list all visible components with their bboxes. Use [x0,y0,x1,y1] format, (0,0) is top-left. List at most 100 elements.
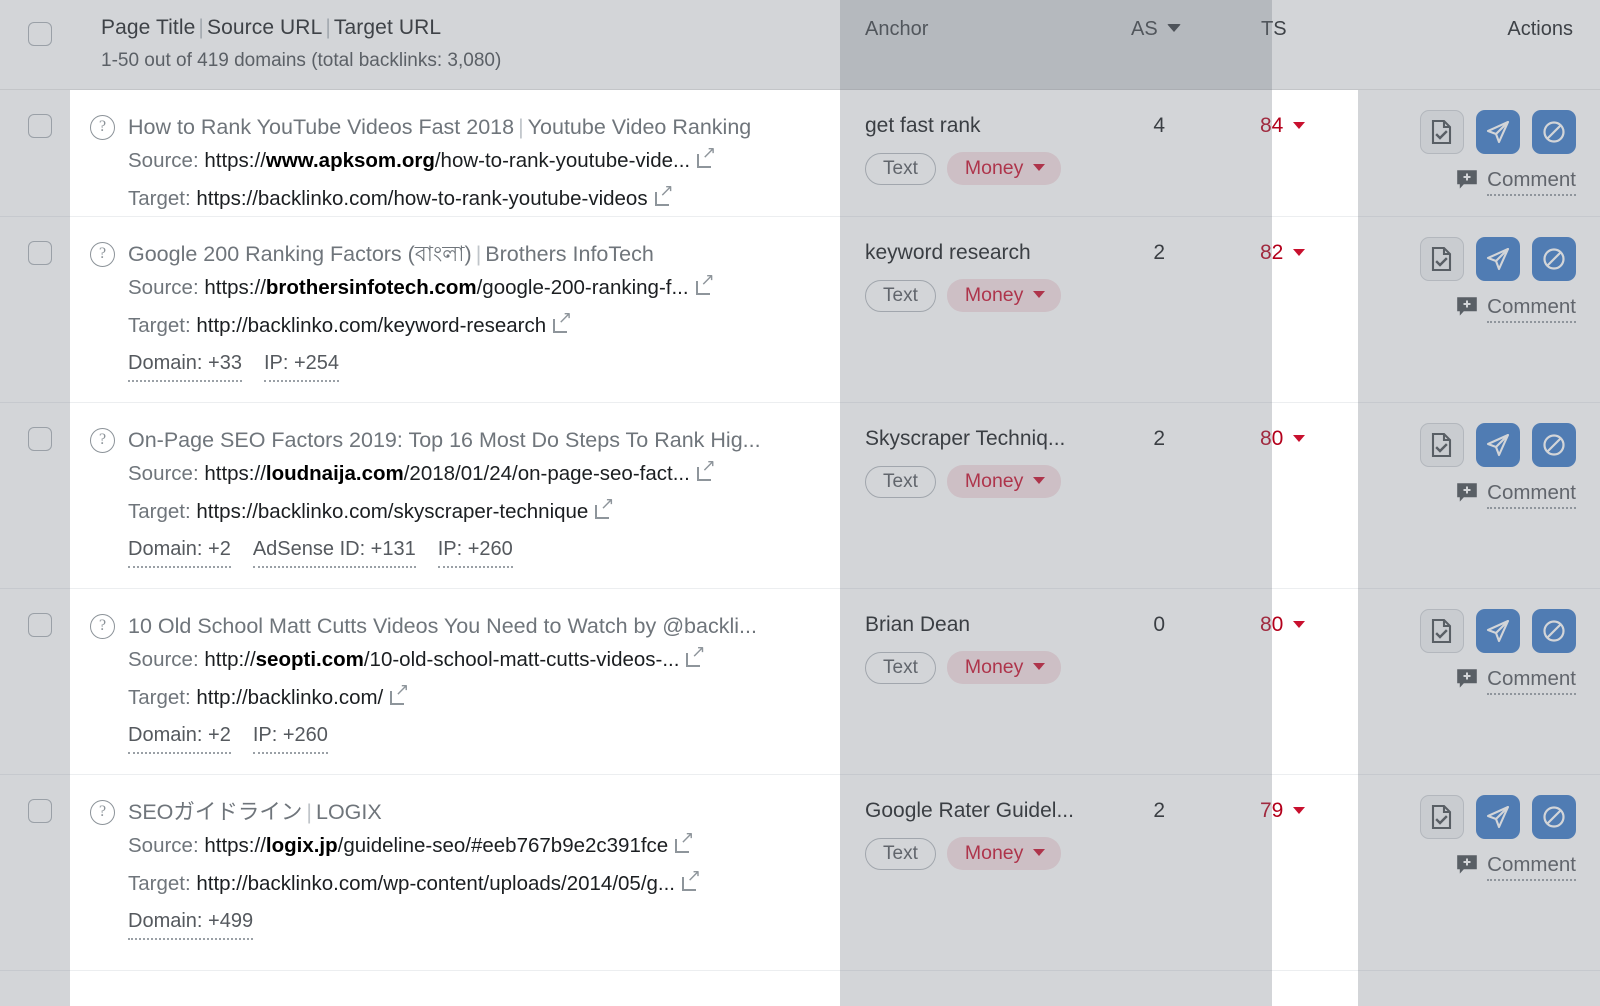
tag-money[interactable]: Money [947,651,1062,684]
source-url-line: Source: http://seopti.com/10-old-school-… [128,641,836,679]
ts-cell[interactable]: 82 [1260,239,1340,267]
add-comment-button[interactable]: Comment [1456,295,1576,319]
chip-ip[interactable]: IP: +254 [264,349,339,382]
column-header-page-title-part-1: Page Title [101,16,195,39]
row-checkbox[interactable] [28,427,52,451]
disavow-button[interactable] [1532,609,1576,653]
chip-domain[interactable]: Domain: +2 [128,721,231,754]
chip-ip[interactable]: IP: +260 [438,535,513,568]
chip-domain[interactable]: Domain: +499 [128,907,253,940]
title-separator: | [514,115,528,139]
disavow-button[interactable] [1532,795,1576,839]
chevron-down-icon[interactable] [1293,249,1305,256]
table-row[interactable]: ? SEOガイドライン|LOGIX Source: https://logix.… [0,775,1600,971]
tag-text[interactable]: Text [865,838,936,870]
external-link-icon[interactable] [686,650,703,667]
send-request-button[interactable] [1476,110,1520,154]
target-label: Target: [128,872,191,895]
external-link-icon[interactable] [655,189,672,206]
document-check-icon-button[interactable] [1420,423,1464,467]
source-scheme: https:// [204,834,266,857]
external-link-icon[interactable] [675,836,692,853]
page-title-link[interactable]: Google 200 Ranking Factors (বাংলা)|Broth… [128,239,836,269]
table-row[interactable]: ? How to Rank YouTube Videos Fast 2018|Y… [0,90,1600,217]
chevron-down-icon[interactable] [1033,663,1045,670]
chip-adsense-id[interactable]: AdSense ID: +131 [253,535,416,568]
tag-money[interactable]: Money [947,837,1062,870]
row-checkbox[interactable] [28,114,52,138]
tag-money[interactable]: Money [947,465,1062,498]
send-request-button[interactable] [1476,795,1520,839]
tag-text[interactable]: Text [865,280,936,312]
chevron-down-icon[interactable] [1293,807,1305,814]
row-checkbox[interactable] [28,241,52,265]
column-header-page-title[interactable]: Page Title|Source URL|Target URL [101,16,441,40]
page-title-link[interactable]: SEOガイドライン|LOGIX [128,797,836,827]
row-checkbox[interactable] [28,799,52,823]
tag-text[interactable]: Text [865,652,936,684]
ts-cell[interactable]: 79 [1260,797,1340,825]
question-mark-icon[interactable]: ? [90,428,115,453]
page-title-suffix: Brothers InfoTech [485,242,654,266]
row-checkbox[interactable] [28,613,52,637]
tag-money[interactable]: Money [947,279,1062,312]
ts-cell[interactable]: 80 [1260,425,1340,453]
disavow-button[interactable] [1532,110,1576,154]
chevron-down-icon[interactable] [1293,621,1305,628]
tag-money[interactable]: Money [947,152,1062,185]
anchor-tags: Text Money [865,837,1115,870]
disavow-button[interactable] [1532,423,1576,467]
chip-ip[interactable]: IP: +260 [253,721,328,754]
sort-desc-caret-icon[interactable] [1167,24,1181,32]
source-path: /guideline-seo/#eeb767b9e2c391fce [338,834,669,857]
chevron-down-icon[interactable] [1033,164,1045,171]
send-request-button[interactable] [1476,423,1520,467]
chip-domain[interactable]: Domain: +33 [128,349,242,382]
external-link-icon[interactable] [595,502,612,519]
column-header-ts[interactable]: TS [1261,18,1287,41]
ts-cell[interactable]: 84 [1260,112,1340,140]
table-row[interactable]: ? On-Page SEO Factors 2019: Top 16 Most … [0,403,1600,589]
question-mark-icon[interactable]: ? [90,242,115,267]
chevron-down-icon[interactable] [1293,435,1305,442]
add-comment-button[interactable]: Comment [1456,481,1576,505]
external-link-icon[interactable] [696,278,713,295]
send-request-button[interactable] [1476,609,1520,653]
question-mark-icon[interactable]: ? [90,614,115,639]
document-check-icon-button[interactable] [1420,609,1464,653]
disavow-button[interactable] [1532,237,1576,281]
send-request-button[interactable] [1476,237,1520,281]
external-link-icon[interactable] [697,464,714,481]
add-comment-button[interactable]: Comment [1456,667,1576,691]
tag-text[interactable]: Text [865,153,936,185]
column-header-as[interactable]: AS [1131,18,1181,41]
comment-plus-icon [1456,668,1478,688]
target-url-line: Target: http://backlinko.com/wp-content/… [128,865,836,903]
chevron-down-icon[interactable] [1033,477,1045,484]
page-title-link[interactable]: How to Rank YouTube Videos Fast 2018|You… [128,112,836,142]
question-mark-icon[interactable]: ? [90,115,115,140]
question-mark-icon[interactable]: ? [90,800,115,825]
column-header-anchor[interactable]: Anchor [865,18,928,41]
page-title-link[interactable]: On-Page SEO Factors 2019: Top 16 Most Do… [128,425,836,455]
ts-cell[interactable]: 80 [1260,611,1340,639]
external-link-icon[interactable] [697,151,714,168]
page-title-link[interactable]: 10 Old School Matt Cutts Videos You Need… [128,611,836,641]
table-row[interactable]: ? Google 200 Ranking Factors (বাংলা)|Bro… [0,217,1600,403]
external-link-icon[interactable] [682,874,699,891]
table-row[interactable]: ? 10 Old School Matt Cutts Videos You Ne… [0,589,1600,775]
document-check-icon-button[interactable] [1420,795,1464,839]
chevron-down-icon[interactable] [1033,849,1045,856]
chip-domain[interactable]: Domain: +2 [128,535,231,568]
add-comment-button[interactable]: Comment [1456,853,1576,877]
anchor-text: Skyscraper Techniq... [865,425,1115,453]
select-all-checkbox[interactable] [28,22,52,46]
tag-text[interactable]: Text [865,466,936,498]
chevron-down-icon[interactable] [1033,291,1045,298]
external-link-icon[interactable] [390,688,407,705]
document-check-icon-button[interactable] [1420,237,1464,281]
document-check-icon-button[interactable] [1420,110,1464,154]
external-link-icon[interactable] [553,316,570,333]
add-comment-button[interactable]: Comment [1456,168,1576,192]
chevron-down-icon[interactable] [1293,122,1305,129]
